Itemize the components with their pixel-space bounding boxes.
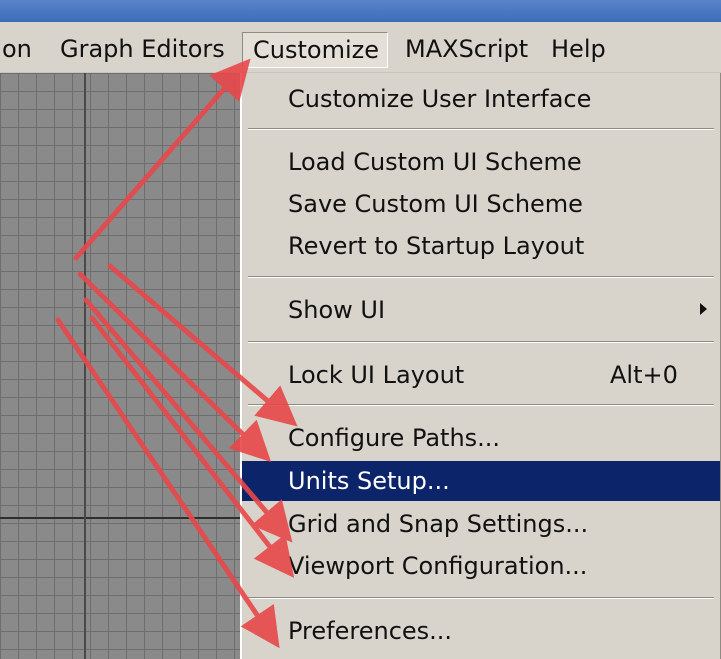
- viewport-grid[interactable]: [0, 73, 240, 659]
- menu-item-preferences[interactable]: Preferences...: [242, 610, 720, 652]
- menu-item-label: Units Setup...: [288, 467, 450, 495]
- menu-animation-partial[interactable]: on: [0, 32, 42, 68]
- menu-item-label: Viewport Configuration...: [288, 552, 588, 580]
- customize-dropdown-menu: Customize User Interface Load Custom UI …: [240, 73, 721, 659]
- menu-separator: [248, 404, 714, 406]
- menu-item-label: Lock UI Layout: [288, 361, 465, 389]
- menu-customize[interactable]: Customize: [242, 32, 388, 68]
- menu-separator: [248, 276, 714, 278]
- grid-major-line: [84, 73, 86, 659]
- menu-item-save-custom-ui-scheme[interactable]: Save Custom UI Scheme: [242, 183, 720, 225]
- menu-separator: [248, 341, 714, 343]
- menu-item-customize-user-interface[interactable]: Customize User Interface: [242, 78, 720, 120]
- menu-item-label: Show UI: [288, 296, 386, 324]
- menu-item-shortcut: Alt+0: [610, 361, 678, 389]
- window-title-bar: [0, 0, 721, 22]
- menu-item-lock-ui-layout[interactable]: Lock UI Layout Alt+0: [242, 354, 720, 396]
- menu-item-label: Grid and Snap Settings...: [288, 510, 589, 538]
- menu-item-units-setup[interactable]: Units Setup...: [242, 461, 720, 501]
- menu-item-label: Customize User Interface: [288, 85, 592, 113]
- menu-bar: on Graph Editors Customize MAXScript Hel…: [0, 22, 721, 73]
- menu-item-label: Preferences...: [288, 617, 453, 645]
- menu-graph-editors[interactable]: Graph Editors: [50, 32, 235, 68]
- menu-item-label: Save Custom UI Scheme: [288, 190, 583, 218]
- menu-separator: [248, 597, 714, 599]
- menu-item-show-ui[interactable]: Show UI: [242, 289, 720, 331]
- menu-item-revert-to-startup-layout[interactable]: Revert to Startup Layout: [242, 225, 720, 267]
- menu-item-grid-and-snap-settings[interactable]: Grid and Snap Settings...: [242, 503, 720, 545]
- menu-item-load-custom-ui-scheme[interactable]: Load Custom UI Scheme: [242, 141, 720, 183]
- menu-help[interactable]: Help: [541, 32, 616, 68]
- menu-maxscript[interactable]: MAXScript: [395, 32, 538, 68]
- menu-item-configure-paths[interactable]: Configure Paths...: [242, 417, 720, 459]
- menu-item-label: Revert to Startup Layout: [288, 232, 585, 260]
- menu-separator: [248, 128, 714, 130]
- menu-item-label: Load Custom UI Scheme: [288, 148, 582, 176]
- menu-item-label: Configure Paths...: [288, 424, 501, 452]
- submenu-arrow-icon: [700, 303, 707, 315]
- grid-major-line: [0, 517, 240, 519]
- menu-item-viewport-configuration[interactable]: Viewport Configuration...: [242, 545, 720, 587]
